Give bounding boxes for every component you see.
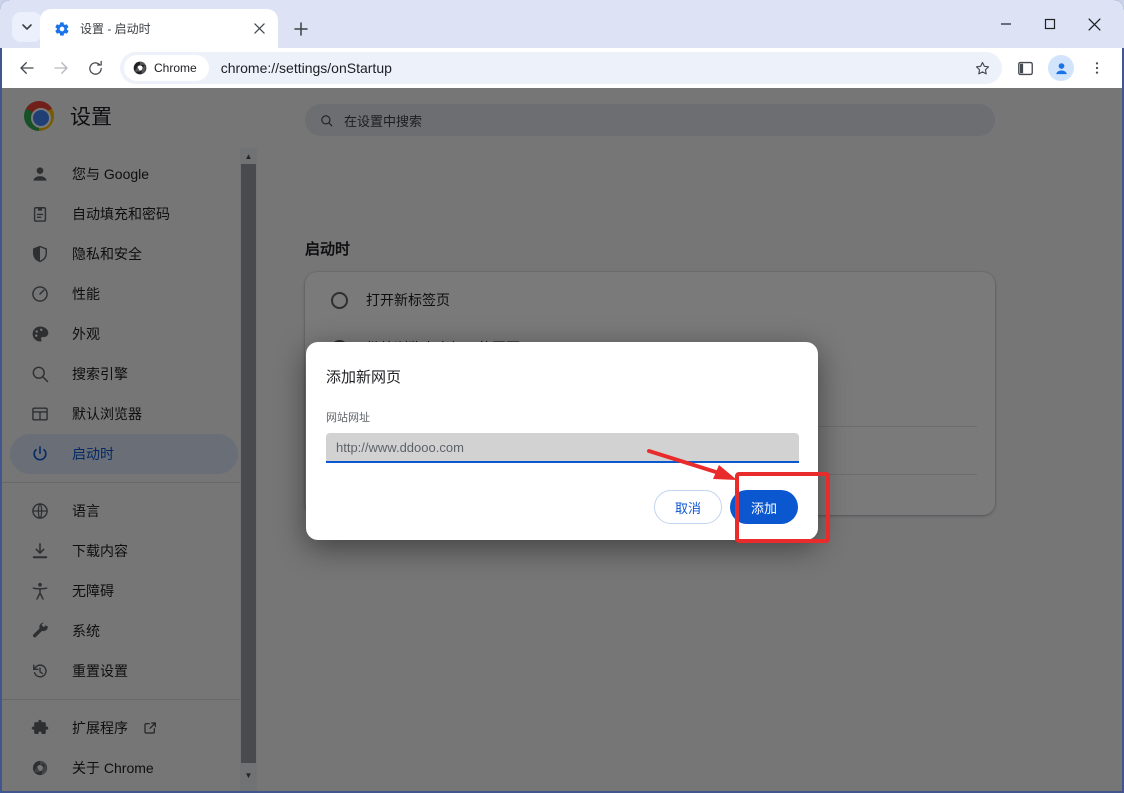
site-chip[interactable]: Chrome: [124, 55, 209, 81]
browser-window: 设置 - 启动时 Chrome chrome://settings/onStar…: [0, 0, 1124, 793]
window-controls: [984, 0, 1116, 48]
website-url-input[interactable]: [326, 433, 799, 463]
close-icon: [253, 23, 265, 34]
add-button[interactable]: 添加: [730, 490, 798, 524]
minimize-icon: [1001, 23, 1011, 25]
tab-strip: 设置 - 启动时: [0, 0, 1124, 48]
browser-menu-button[interactable]: [1081, 52, 1113, 84]
bookmark-star-button[interactable]: [968, 54, 996, 82]
chevron-down-icon: [22, 24, 32, 31]
cancel-button[interactable]: 取消: [654, 490, 722, 524]
kebab-menu-icon: [1095, 62, 1099, 74]
browser-toolbar: Chrome chrome://settings/onStartup: [2, 48, 1122, 88]
maximize-icon: [1044, 18, 1056, 30]
url-field-label: 网站网址: [326, 412, 370, 424]
forward-arrow-icon: [54, 62, 68, 74]
url-text: chrome://settings/onStartup: [220, 60, 392, 76]
reload-button[interactable]: [79, 52, 111, 84]
plus-icon: [294, 22, 308, 36]
back-button[interactable]: [11, 52, 43, 84]
profile-avatar[interactable]: [1048, 55, 1074, 81]
active-tab[interactable]: 设置 - 启动时: [40, 9, 278, 48]
reload-icon: [88, 60, 102, 75]
dialog-buttons: 取消 添加: [654, 490, 798, 524]
close-icon: [1087, 17, 1101, 31]
side-panel-icon: [1017, 61, 1033, 75]
forward-button[interactable]: [45, 52, 77, 84]
settings-gear-icon: [54, 21, 70, 37]
add-page-dialog: 添加新网页 网站网址 取消 添加: [306, 342, 818, 540]
new-tab-button[interactable]: [288, 16, 314, 42]
tab-title: 设置 - 启动时: [80, 22, 151, 36]
chrome-mono-icon: [132, 60, 148, 76]
maximize-button[interactable]: [1028, 4, 1072, 44]
side-panel-button[interactable]: [1009, 52, 1041, 84]
minimize-button[interactable]: [984, 4, 1028, 44]
tab-close-button[interactable]: [250, 20, 268, 38]
close-window-button[interactable]: [1072, 4, 1116, 44]
star-icon: [975, 61, 989, 74]
dialog-title: 添加新网页: [326, 369, 402, 386]
tab-search-button[interactable]: [12, 12, 42, 42]
person-icon: [1055, 62, 1067, 74]
back-arrow-icon: [20, 62, 34, 74]
site-chip-label: Chrome: [154, 61, 197, 75]
address-bar[interactable]: Chrome chrome://settings/onStartup: [120, 52, 1002, 84]
